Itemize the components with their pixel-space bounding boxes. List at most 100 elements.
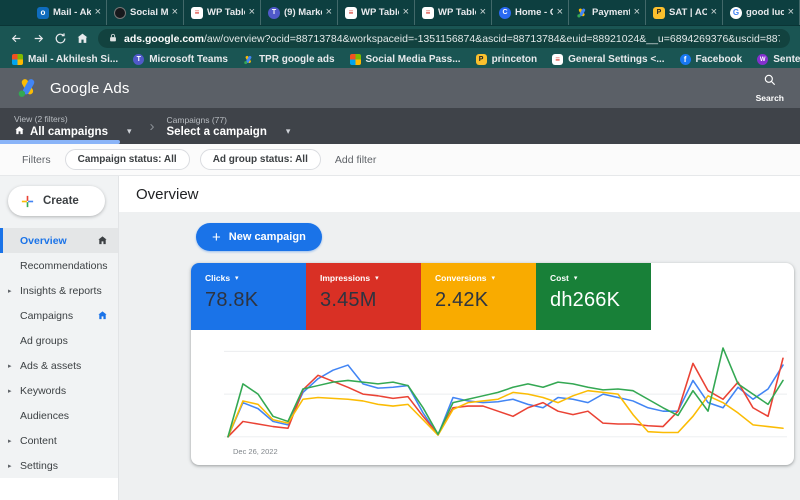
browser-tab[interactable]: WP Table B× bbox=[338, 0, 415, 25]
horizontal-scrollbar[interactable] bbox=[0, 140, 120, 144]
browser-tab[interactable]: Mail - Akhil× bbox=[30, 0, 107, 25]
tab-title: WP Table B bbox=[438, 7, 476, 18]
chevron-down-icon: ▾ bbox=[127, 126, 132, 137]
browser-tab[interactable]: good luck× bbox=[723, 0, 800, 25]
home-c-icon bbox=[499, 7, 511, 19]
home-icon-blue bbox=[97, 310, 108, 321]
close-icon[interactable]: × bbox=[172, 7, 178, 18]
metric-name: Conversions bbox=[435, 273, 487, 283]
page-title: Overview bbox=[119, 176, 800, 212]
url-path: /aw/overview?ocid=88713784&workspaceid=-… bbox=[204, 33, 780, 45]
metric-card-cost[interactable]: Cost▾dh266K bbox=[536, 263, 651, 330]
overview-chart[interactable] bbox=[224, 340, 787, 452]
yellowp-icon bbox=[476, 54, 487, 65]
breadcrumb-separator: › bbox=[150, 118, 155, 135]
google-ads-header: Google Ads Search bbox=[0, 68, 800, 108]
bookmark-tpr-google-ads[interactable]: TPR google ads bbox=[243, 54, 335, 65]
sidebar-item-settings[interactable]: ▸Settings bbox=[0, 453, 118, 478]
address-bar[interactable]: ads.google.com/aw/overview?ocid=88713784… bbox=[98, 29, 790, 48]
bookmark-mail-akhilesh-si[interactable]: Mail - Akhilesh Si... bbox=[12, 54, 118, 65]
home-button[interactable] bbox=[76, 32, 89, 45]
metric-label[interactable]: Cost▾ bbox=[550, 273, 651, 283]
new-campaign-button[interactable]: + New campaign bbox=[196, 223, 322, 251]
sidebar-item-ads-assets[interactable]: ▸Ads & assets bbox=[0, 353, 118, 378]
close-icon[interactable]: × bbox=[326, 7, 332, 18]
forward-button[interactable] bbox=[32, 32, 45, 45]
sidebar-item-label: Ad groups bbox=[20, 335, 108, 347]
browser-tab[interactable]: Social Med× bbox=[107, 0, 184, 25]
expand-icon[interactable]: ▸ bbox=[8, 387, 12, 395]
url-domain: ads.google.com bbox=[124, 33, 204, 45]
sidebar-item-recommendations[interactable]: Recommendations bbox=[0, 253, 118, 278]
sidebar-item-keywords[interactable]: ▸ Keywords bbox=[0, 378, 118, 403]
search-button[interactable]: Search bbox=[756, 73, 784, 103]
expand-icon[interactable]: ▸ bbox=[8, 287, 12, 295]
expand-icon[interactable]: ▸ bbox=[8, 362, 12, 370]
ads-icon bbox=[576, 7, 588, 19]
metric-card-impressions[interactable]: Impressions▾3.45M bbox=[306, 263, 421, 330]
plus-icon: + bbox=[212, 229, 221, 246]
metric-value: 78.8K bbox=[205, 289, 306, 312]
browser-tab[interactable]: (9) Marketi× bbox=[261, 0, 338, 25]
social-icon bbox=[114, 7, 126, 19]
close-icon[interactable]: × bbox=[634, 7, 640, 18]
filter-chip-ad-group-status-all[interactable]: Ad group status: All bbox=[200, 149, 321, 170]
chevron-down-icon: ▾ bbox=[492, 274, 496, 282]
sidebar-item-label: Insights & reports bbox=[20, 285, 108, 297]
campaign-selector[interactable]: Campaigns (77) Select a campaign ▾ bbox=[167, 115, 291, 138]
bookmark-princeton[interactable]: princeton bbox=[476, 54, 538, 65]
close-icon[interactable]: × bbox=[557, 7, 563, 18]
browser-tab[interactable]: Payment m× bbox=[569, 0, 646, 25]
close-icon[interactable]: × bbox=[788, 7, 794, 18]
sidebar-item-ad-groups[interactable]: Ad groups bbox=[0, 328, 118, 353]
bookmark-sentence-rewriter[interactable]: Sentence Rewriter... bbox=[757, 54, 800, 65]
close-icon[interactable]: × bbox=[249, 7, 255, 18]
metric-label[interactable]: Impressions▾ bbox=[320, 273, 421, 283]
close-icon[interactable]: × bbox=[480, 7, 486, 18]
sidebar-item-audiences[interactable]: Audiences bbox=[0, 403, 118, 428]
close-icon[interactable]: × bbox=[711, 7, 717, 18]
filter-chip-campaign-status-all[interactable]: Campaign status: All bbox=[65, 149, 190, 170]
reload-button[interactable] bbox=[54, 32, 67, 45]
bookmark-title: Microsoft Teams bbox=[149, 54, 228, 65]
add-filter-button[interactable]: Add filter bbox=[335, 154, 376, 166]
view-selector[interactable]: View (2 filters) All campaigns ▾ bbox=[14, 114, 132, 139]
metric-label[interactable]: Conversions ▾ bbox=[435, 273, 536, 283]
browser-tab[interactable]: WP Table B × bbox=[415, 0, 492, 25]
browser-tab[interactable]: Home - Ca× bbox=[492, 0, 569, 25]
page-body: Create Overview Recommendations ▸ Insights … bbox=[0, 176, 800, 500]
sidebar-item-label: Keywords bbox=[20, 385, 108, 397]
close-icon[interactable]: × bbox=[95, 7, 101, 18]
metric-name: Clicks bbox=[205, 273, 230, 283]
metric-label[interactable]: Clicks▾ bbox=[205, 273, 306, 283]
sidebar-item-campaigns[interactable]: Campaigns bbox=[0, 303, 118, 328]
wp-table-icon bbox=[552, 54, 563, 65]
wp-table-icon bbox=[191, 7, 203, 19]
close-icon[interactable]: × bbox=[403, 7, 409, 18]
expand-icon[interactable]: ▸ bbox=[8, 437, 12, 445]
home-icon bbox=[14, 125, 25, 139]
sidebar-item-insights-reports[interactable]: ▸ Insights & reports bbox=[0, 278, 118, 303]
browser-tab[interactable]: WP Table B× bbox=[184, 0, 261, 25]
metric-card-conversions[interactable]: Conversions▾2.42K bbox=[421, 263, 536, 330]
browser-tab[interactable]: SAT | ACT× bbox=[646, 0, 723, 25]
lock-icon[interactable] bbox=[108, 30, 118, 48]
metric-card-clicks[interactable]: Clicks▾ 78.8K bbox=[191, 263, 306, 330]
bookmark-title: Social Media Pass... bbox=[366, 54, 461, 65]
expand-icon[interactable]: ▸ bbox=[8, 462, 12, 470]
metric-name: Cost bbox=[550, 273, 569, 283]
bookmark-facebook[interactable]: Facebook bbox=[680, 54, 743, 65]
browser-toolbar: ads.google.com/aw/overview?ocid=88713784… bbox=[0, 25, 800, 51]
bookmark-social-media-pass[interactable]: Social Media Pass... bbox=[350, 54, 461, 65]
overview-card: Clicks▾78.8KImpressions▾3.45MConversions… bbox=[191, 263, 794, 465]
yellowp-icon bbox=[653, 7, 665, 19]
bookmark-microsoft-teams[interactable]: Microsoft Teams bbox=[133, 54, 228, 65]
back-button[interactable] bbox=[10, 32, 23, 45]
sidebar-item-label: Recommendations bbox=[20, 260, 108, 272]
sidebar-item-overview[interactable]: Overview bbox=[0, 228, 118, 253]
create-button[interactable]: Create bbox=[8, 186, 105, 216]
bookmark-general-settings[interactable]: General Settings <... bbox=[552, 54, 664, 65]
sidebar-item-label: Overview bbox=[20, 235, 97, 247]
overview-content: + New campaign Clicks▾78.8KImpressions▾3… bbox=[119, 212, 800, 500]
sidebar-item-content[interactable]: ▸Content bbox=[0, 428, 118, 453]
